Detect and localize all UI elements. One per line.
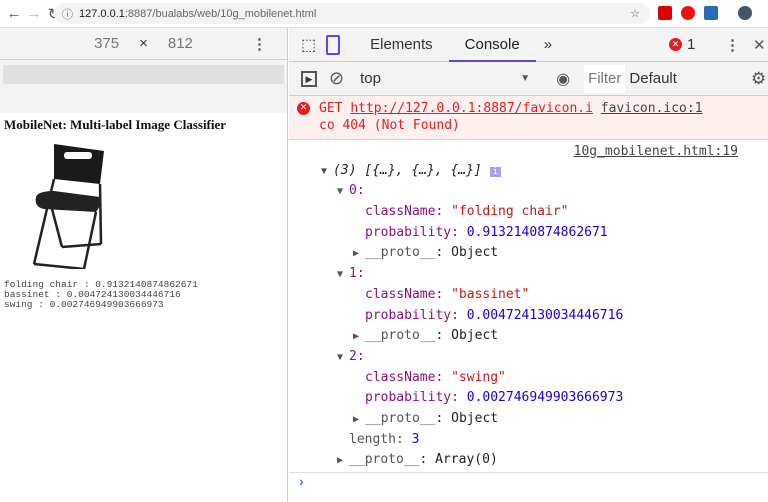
star-icon[interactable]: ☆ [630,7,640,20]
array-item-2[interactable]: ▼ 2: [289,347,768,368]
device-viewport-pane: 375 × 812 ⋮ MobileNet: Multi-label Image… [0,28,288,502]
array-item-0[interactable]: ▼ 0: [289,181,768,202]
device-toolbar: 375 × 812 ⋮ [0,28,287,60]
class-name-prop: className: "bassinet" [365,286,530,302]
probability-prop: probability: 0.002746949903666973 [365,390,624,406]
error-url-link[interactable]: http://127.0.0.1:8887/favicon.i [350,101,593,116]
s-extension-icon[interactable] [704,6,718,20]
more-options-icon[interactable]: ⋮ [252,35,267,53]
media-query-bar[interactable] [3,65,284,84]
error-icon: ✕ [297,102,310,115]
settings-gear-icon[interactable]: ⚙ [751,69,766,89]
sidebar-toggle-icon[interactable]: ▶ [301,70,317,87]
probability-prop: probability: 0.9132140874862671 [365,224,608,240]
console-prompt[interactable]: › [289,472,768,489]
tab-console[interactable]: Console [448,28,536,62]
log-level-select[interactable]: Default [629,70,677,87]
array-proto[interactable]: ▶ __proto__: Array(0) [289,450,768,471]
error-counter[interactable]: ✕ 1 [669,36,695,53]
page-title: MobileNet: Multi-label Image Classifier [4,117,227,132]
object-proto[interactable]: ▶ __proto__: Object [289,409,768,430]
chair-image [32,144,104,271]
clear-console-icon[interactable]: ⊘ [329,68,344,89]
forward-icon[interactable]: → [24,5,44,22]
info-icon[interactable]: ⓘ [62,6,73,22]
filter-input[interactable]: Filter [584,64,626,93]
inspect-element-icon[interactable]: ⬚ [301,35,316,55]
log-source-link[interactable]: 10g_mobilenet.html:19 [289,140,768,161]
address-bar[interactable]: ⓘ 127.0.0.1:8887/bualabs/web/10g_mobilen… [54,3,650,24]
class-name-prop: className: "swing" [365,369,506,385]
eye-icon[interactable]: ◉ [556,69,570,89]
device-height[interactable]: 812 [168,35,193,52]
console-error-message: ✕ GET http://127.0.0.1:8887/favicon.i fa… [289,96,768,140]
profile-avatar[interactable] [738,6,752,20]
object-proto[interactable]: ▶ __proto__: Object [289,243,768,264]
error-icon: ✕ [669,38,682,51]
back-icon[interactable]: ← [4,5,24,22]
tab-elements[interactable]: Elements [354,28,449,62]
close-icon[interactable]: ✕ [753,36,766,54]
devtools-panel: ⬚ Elements Console » ✕ 1 ⋮ ✕ ▶ ⊘ top ▼ ◉ … [289,28,768,502]
class-name-prop: className: "folding chair" [365,204,569,220]
prediction-item: swing : 0.002746949903666973 [4,299,164,310]
devtools-tabs: ⬚ Elements Console » ✕ 1 ⋮ ✕ [289,28,768,62]
object-proto[interactable]: ▶ __proto__: Object [289,326,768,347]
array-summary[interactable]: ▼ (3) [{…}, {…}, {…}] i [289,161,768,182]
context-select[interactable]: top ▼ [360,70,530,87]
more-tabs-icon[interactable]: » [536,36,560,53]
page-content: MobileNet: Multi-label Image Classifier … [0,113,287,314]
device-toggle-icon[interactable] [326,34,341,55]
console-log: 10g_mobilenet.html:19 ▼ (3) [{…}, {…}, {… [289,140,768,471]
devtools-menu-icon[interactable]: ⋮ [725,36,740,54]
array-item-1[interactable]: ▼ 1: [289,264,768,285]
error-source-link[interactable]: favicon.ico:1 [601,101,703,116]
predictions-list: folding chair : 0.9132140874862671 bassi… [4,280,283,310]
console-toolbar: ▶ ⊘ top ▼ ◉ Filter Default ⚙ [289,62,768,96]
opera-extension-icon[interactable] [681,6,695,20]
probability-prop: probability: 0.004724130034446716 [365,307,624,323]
device-width[interactable]: 375 [94,35,119,52]
browser-toolbar: ← → ↻ ⓘ 127.0.0.1:8887/bualabs/web/10g_m… [0,0,768,28]
extension-icon[interactable] [658,6,672,20]
